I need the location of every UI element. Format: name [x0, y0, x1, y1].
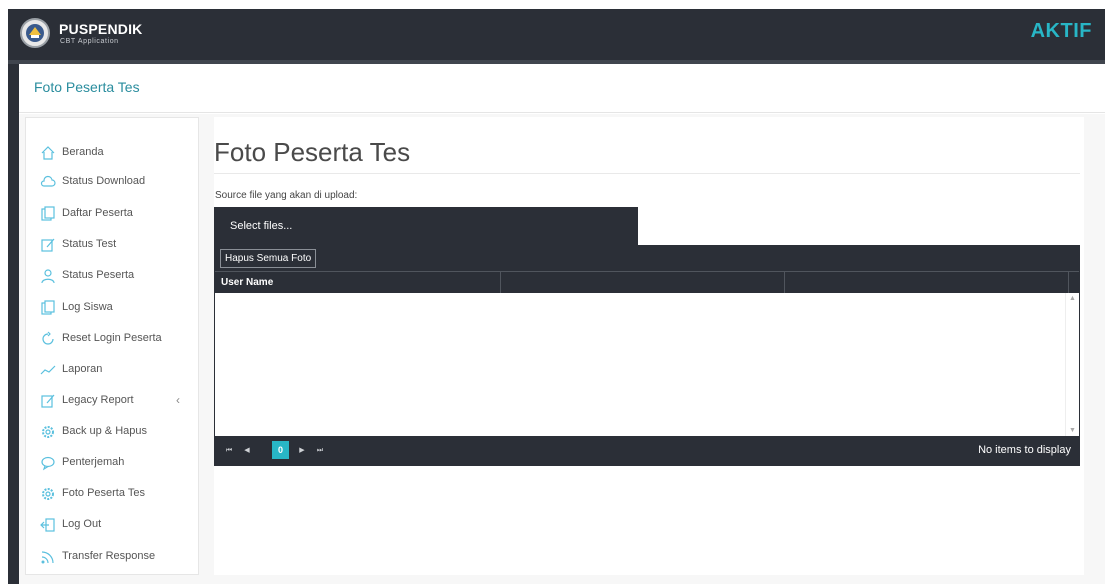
sidebar-item-label: Back up & Hapus — [62, 425, 147, 437]
column-header-2[interactable] — [501, 272, 785, 293]
column-header-3[interactable] — [785, 272, 1069, 293]
sidebar-item-beranda[interactable]: Beranda — [26, 141, 198, 165]
sidebar-item-label: Beranda — [62, 146, 104, 158]
sidebar-item-label: Reset Login Peserta — [62, 332, 162, 344]
sidebar-item-label: Laporan — [62, 363, 103, 375]
copy-icon — [41, 300, 55, 315]
gear-icon — [42, 426, 54, 438]
title-divider — [214, 173, 1080, 174]
column-header-username[interactable]: User Name — [215, 272, 501, 293]
copy-icon — [41, 206, 55, 221]
edit-icon — [41, 394, 55, 408]
sidebar-item-label: Log Siswa — [62, 301, 113, 313]
cloud-icon — [40, 175, 56, 187]
sidebar-item-label: Log Out — [62, 518, 102, 530]
current-page-button[interactable]: 0 — [272, 441, 289, 459]
grid-toolbar: Hapus Semua Foto — [215, 246, 1079, 271]
vertical-scrollbar[interactable]: ▲ ▼ — [1065, 293, 1079, 436]
gear-icon — [42, 488, 54, 500]
sidebar: Beranda Status Download Daftar Peserta S… — [25, 117, 199, 575]
pager: ⏮ ◀ 0 ▶ ⏭ No items to display — [215, 436, 1079, 465]
puspendik-logo — [20, 18, 50, 48]
chart-line-icon — [40, 365, 56, 375]
sidebar-item-label: Daftar Peserta — [62, 207, 133, 219]
sidebar-item-label: Status Peserta — [62, 269, 135, 281]
sidebar-item-label: Transfer Response — [62, 550, 156, 562]
upload-dropzone[interactable]: Select files... — [214, 207, 638, 245]
grid-body: ▲ ▼ — [215, 293, 1079, 436]
column-label: User Name — [221, 277, 274, 288]
brand-name: PUSPENDIK — [59, 21, 143, 37]
breadcrumb-bar: Foto Peserta Tes — [19, 64, 1105, 113]
main-panel: Foto Peserta Tes Source file yang akan d… — [214, 117, 1084, 575]
rss-icon — [41, 551, 54, 564]
source-file-label: Source file yang akan di upload: — [215, 190, 358, 201]
top-bar: PUSPENDIK CBT Application AKTIF — [8, 9, 1105, 60]
brand-subtitle: CBT Application — [60, 38, 119, 45]
sidebar-item-legacy-report[interactable]: Legacy Report ‹ — [26, 389, 198, 413]
photo-grid: Hapus Semua Foto User Name ▲ ▼ ⏮ ◀ 0 ▶ ⏭ — [214, 245, 1080, 466]
sidebar-item-backup-hapus[interactable]: Back up & Hapus — [26, 420, 198, 444]
last-page-icon[interactable]: ⏭ — [313, 444, 327, 457]
next-page-icon[interactable]: ▶ — [295, 444, 309, 457]
delete-all-photos-button[interactable]: Hapus Semua Foto — [220, 249, 317, 268]
first-page-icon[interactable]: ⏮ — [222, 444, 236, 457]
page-title: Foto Peserta Tes — [214, 137, 411, 167]
left-frame-bar — [8, 64, 19, 584]
user-icon — [41, 269, 55, 284]
edit-icon — [41, 238, 55, 252]
pager-info: No items to display — [978, 444, 1071, 456]
scroll-up-icon[interactable]: ▲ — [1069, 295, 1076, 302]
sidebar-item-status-test[interactable]: Status Test — [26, 233, 198, 257]
sidebar-item-label: Legacy Report — [62, 394, 134, 406]
sidebar-item-label: Status Download — [62, 175, 146, 187]
sidebar-item-label: Foto Peserta Tes — [62, 487, 145, 499]
page-left-margin — [0, 0, 8, 584]
sidebar-item-log-out[interactable]: Log Out — [26, 513, 198, 537]
grid-header: User Name — [215, 271, 1079, 293]
sidebar-item-daftar-peserta[interactable]: Daftar Peserta — [26, 202, 198, 226]
sidebar-item-transfer-response[interactable]: Transfer Response — [26, 545, 198, 569]
status-indicator: AKTIF — [1030, 20, 1092, 42]
breadcrumb[interactable]: Foto Peserta Tes — [34, 79, 140, 95]
refresh-icon — [42, 331, 54, 345]
chevron-left-icon[interactable]: ‹ — [176, 393, 180, 407]
sidebar-item-label: Status Test — [62, 238, 117, 250]
sidebar-item-penterjemah[interactable]: Penterjemah — [26, 451, 198, 475]
sidebar-item-foto-peserta-tes[interactable]: Foto Peserta Tes — [26, 482, 198, 506]
sidebar-item-status-peserta[interactable]: Status Peserta — [26, 264, 198, 288]
prev-page-icon[interactable]: ◀ — [240, 444, 254, 457]
sidebar-item-reset-login-peserta[interactable]: Reset Login Peserta — [26, 327, 198, 351]
chat-icon — [41, 456, 55, 471]
logout-icon — [40, 518, 55, 532]
home-icon — [41, 146, 55, 160]
sidebar-item-label: Penterjemah — [62, 456, 125, 468]
scroll-down-icon[interactable]: ▼ — [1069, 427, 1076, 434]
select-files-button[interactable]: Select files... — [230, 220, 292, 232]
sidebar-item-log-siswa[interactable]: Log Siswa — [26, 296, 198, 320]
sidebar-item-status-download[interactable]: Status Download — [26, 170, 198, 194]
sidebar-item-laporan[interactable]: Laporan — [26, 358, 198, 382]
